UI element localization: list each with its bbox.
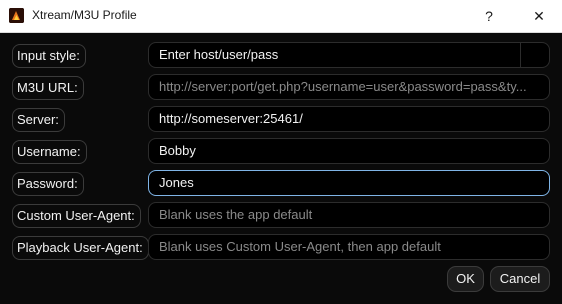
input-style-value: Enter host/user/pass: [159, 47, 279, 62]
dropdown-arrow-icon[interactable]: [520, 43, 549, 67]
help-icon: ?: [485, 8, 493, 24]
playback-user-agent-input[interactable]: Blank uses Custom User-Agent, then app d…: [148, 234, 550, 260]
input-style-label: Input style:: [12, 44, 86, 68]
playback-user-agent-label: Playback User-Agent:: [12, 236, 149, 260]
profile-dialog: Xtream/M3U Profile ? ✕ Input style: Ente…: [0, 0, 562, 304]
window-title: Xtream/M3U Profile: [32, 8, 137, 22]
input-style-combo[interactable]: Enter host/user/pass: [148, 42, 550, 68]
app-logo-icon: [9, 8, 24, 23]
close-button[interactable]: ✕: [516, 0, 562, 32]
password-label: Password:: [12, 172, 84, 196]
m3u-url-input[interactable]: http://server:port/get.php?username=user…: [148, 74, 550, 100]
help-button[interactable]: ?: [466, 0, 512, 32]
server-input[interactable]: http://someserver:25461/: [148, 106, 550, 132]
password-input[interactable]: Jones: [148, 170, 550, 196]
custom-user-agent-label: Custom User-Agent:: [12, 204, 141, 228]
m3u-url-label: M3U URL:: [12, 76, 84, 100]
custom-user-agent-input[interactable]: Blank uses the app default: [148, 202, 550, 228]
cancel-button[interactable]: Cancel: [490, 266, 550, 292]
server-label: Server:: [12, 108, 65, 132]
close-icon: ✕: [533, 7, 545, 24]
title-bar: Xtream/M3U Profile ? ✕: [0, 0, 562, 33]
ok-button[interactable]: OK: [447, 266, 484, 292]
username-label: Username:: [12, 140, 87, 164]
username-input[interactable]: Bobby: [148, 138, 550, 164]
